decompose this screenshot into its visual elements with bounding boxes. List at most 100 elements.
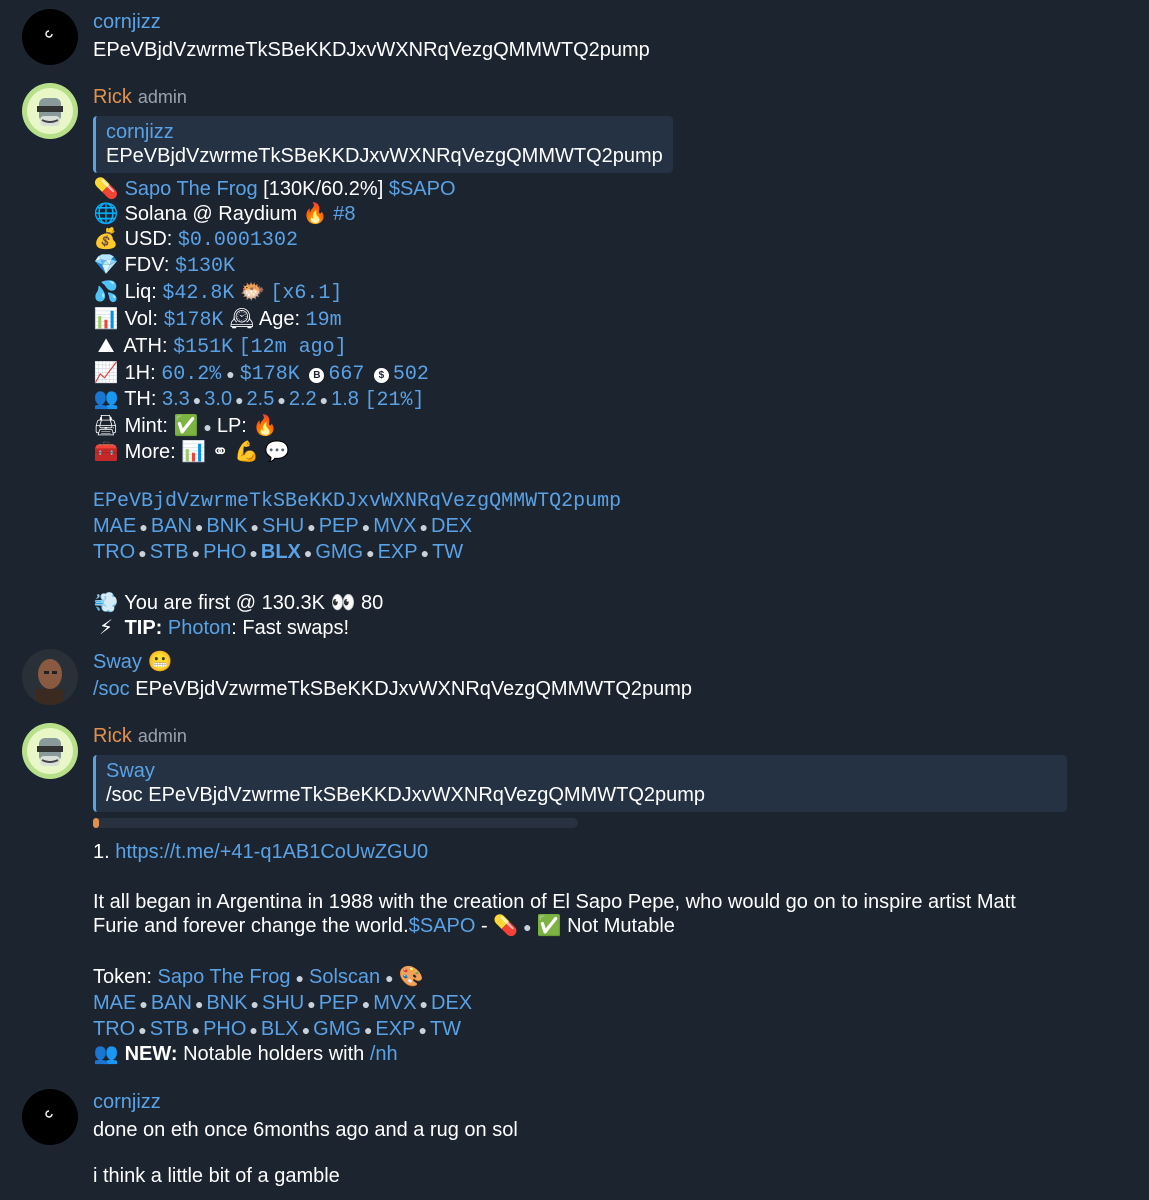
links-row-2: TRO ● STB ● PHO ● BLX ● GMG ● EXP ● TW [93, 1017, 1109, 1043]
sender-name[interactable]: Rick [93, 86, 132, 108]
link-mae[interactable]: MAE [93, 515, 136, 537]
token-name-link[interactable]: Sapo The Frog [125, 178, 258, 200]
reply-quote[interactable]: Sway /soc EPeVBjdVzwrmeTkSBeKKDJxvWXNRqV… [93, 755, 1067, 812]
link-pho[interactable]: PHO [203, 1018, 246, 1040]
droplets-icon: 💦 [93, 281, 119, 304]
tip-label: TIP: [124, 616, 163, 639]
solscan-link[interactable]: Solscan [309, 966, 380, 988]
link-tw[interactable]: TW [432, 541, 463, 563]
link-shu[interactable]: SHU [262, 992, 304, 1014]
link-bnk[interactable]: BNK [206, 992, 247, 1014]
liq-value[interactable]: $42.8K [162, 282, 234, 305]
link-tw[interactable]: TW [430, 1018, 461, 1040]
hour-volume[interactable]: $178K [240, 363, 300, 386]
link-pep[interactable]: PEP [319, 992, 359, 1014]
quote-text: EPeVBjdVzwrmeTkSBeKKDJxvWXNRqVezgQMMWTQ2… [106, 145, 663, 167]
ath-ago[interactable]: [12m ago] [239, 336, 347, 359]
first-text: You are first @ 130.3K [124, 591, 325, 614]
link-dex[interactable]: DEX [431, 992, 472, 1014]
sells-count[interactable]: 502 [393, 363, 429, 386]
separator-dot: ● [191, 1021, 201, 1038]
avatar-cornjizz[interactable] [22, 9, 78, 65]
link-shu[interactable]: SHU [262, 515, 304, 537]
sender-name[interactable]: Sway [93, 651, 142, 673]
ticker-link[interactable]: $SAPO [389, 178, 456, 200]
liq-multiplier[interactable]: [x6.1] [270, 282, 342, 305]
link-gmg[interactable]: GMG [315, 541, 363, 563]
fdv-value[interactable]: $130K [175, 255, 235, 278]
buys-count[interactable]: 667 [328, 363, 364, 386]
avatar-sway[interactable] [22, 649, 78, 705]
token-name-link[interactable]: Sapo The Frog [158, 966, 291, 988]
check-icon: ✅ [173, 415, 199, 438]
quote-text: /soc EPeVBjdVzwrmeTkSBeKKDJxvWXNRqVezgQM… [106, 784, 706, 806]
avatar-rick[interactable] [22, 83, 78, 139]
link-3-0[interactable]: 3.0 [204, 388, 232, 410]
admin-badge: admin [137, 726, 187, 746]
link-3-3[interactable]: 3.3 [162, 388, 190, 410]
sells-icon: $ [373, 367, 389, 383]
ath-value[interactable]: $151K [173, 336, 233, 359]
link-blx[interactable]: BLX [261, 1018, 299, 1040]
link-gmg[interactable]: GMG [313, 1018, 361, 1040]
usd-value[interactable]: $0.0001302 [178, 229, 298, 252]
speech-icon[interactable]: 💬 [265, 441, 290, 463]
sender-name[interactable]: Rick [93, 725, 132, 747]
link-exp[interactable]: EXP [375, 1018, 415, 1040]
soc-command[interactable]: /soc [93, 678, 130, 700]
ticker-link[interactable]: $SAPO [409, 915, 476, 937]
dash-icon: 💨 [93, 591, 119, 614]
pill-icon: 💊 [93, 178, 119, 200]
link-2-5[interactable]: 2.5 [247, 388, 275, 410]
link-mvx[interactable]: MVX [373, 515, 416, 537]
muscle-icon[interactable]: 💪 [234, 441, 259, 463]
link-blx[interactable]: BLX [261, 541, 301, 563]
avatar-rick[interactable] [22, 723, 78, 779]
rank-link[interactable]: #8 [333, 203, 355, 225]
link-stb[interactable]: STB [150, 541, 189, 563]
avatar-cornjizz[interactable] [22, 1089, 78, 1145]
link-exp[interactable]: EXP [378, 541, 418, 563]
photon-link[interactable]: Photon [168, 617, 231, 639]
age-value[interactable]: 19m [306, 309, 342, 332]
link-tro[interactable]: TRO [93, 1018, 135, 1040]
reply-quote[interactable]: cornjizz EPeVBjdVzwrmeTkSBeKKDJxvWXNRqVe… [93, 116, 673, 173]
printer-icon: 🖨 [93, 415, 119, 438]
link-stb[interactable]: STB [150, 1018, 189, 1040]
separator-dot: ● [418, 1021, 427, 1038]
link-ban[interactable]: BAN [151, 992, 192, 1014]
separator-dot: ● [203, 419, 212, 436]
binoculars-icon[interactable]: ⚭ [212, 441, 229, 463]
link-tro[interactable]: TRO [93, 541, 135, 563]
eyes-icon: 👀 [330, 591, 356, 614]
nh-command[interactable]: /nh [370, 1043, 398, 1065]
telegram-link[interactable]: https://t.me/+41-q1AB1CoUwZGU0 [115, 841, 428, 863]
link-bnk[interactable]: BNK [206, 515, 247, 537]
link-1-8[interactable]: 1.8 [331, 388, 359, 410]
separator-dot: ● [307, 995, 316, 1012]
link-ban[interactable]: BAN [151, 515, 192, 537]
sender-name[interactable]: cornjizz [93, 1089, 1109, 1115]
hour-change[interactable]: 60.2% [161, 363, 221, 386]
link-dex[interactable]: DEX [431, 515, 472, 537]
toolbox-icon: 🧰 [93, 440, 119, 463]
progress-bar [93, 818, 578, 828]
top-holders-list[interactable]: 3.3 ● 3.0 ● 2.5 ● 2.2 ● 1.8 [162, 388, 359, 410]
money-bag-icon: 💰 [93, 227, 119, 250]
separator-dot: ● [366, 545, 375, 562]
link-mvx[interactable]: MVX [373, 992, 416, 1014]
separator-dot: ● [192, 392, 202, 409]
link-2-2[interactable]: 2.2 [289, 388, 317, 410]
bar-chart-icon[interactable]: 📊 [181, 441, 206, 463]
vol-value[interactable]: $178K [163, 309, 223, 332]
contract-address-link[interactable]: EPeVBjdVzwrmeTkSBeKKDJxvWXNRqVezgQMMWTQ2… [93, 490, 1109, 515]
pill-icon: 💊 [493, 915, 519, 938]
link-mae[interactable]: MAE [93, 992, 136, 1014]
link-pep[interactable]: PEP [319, 515, 359, 537]
link-pho[interactable]: PHO [203, 541, 246, 563]
usd-label: USD: [124, 227, 173, 250]
chart-up-icon: 📈 [93, 361, 119, 384]
palette-icon[interactable]: 🎨 [399, 966, 424, 988]
top-holders-total[interactable]: [21%] [364, 389, 424, 412]
sender-name[interactable]: cornjizz [93, 9, 1109, 35]
